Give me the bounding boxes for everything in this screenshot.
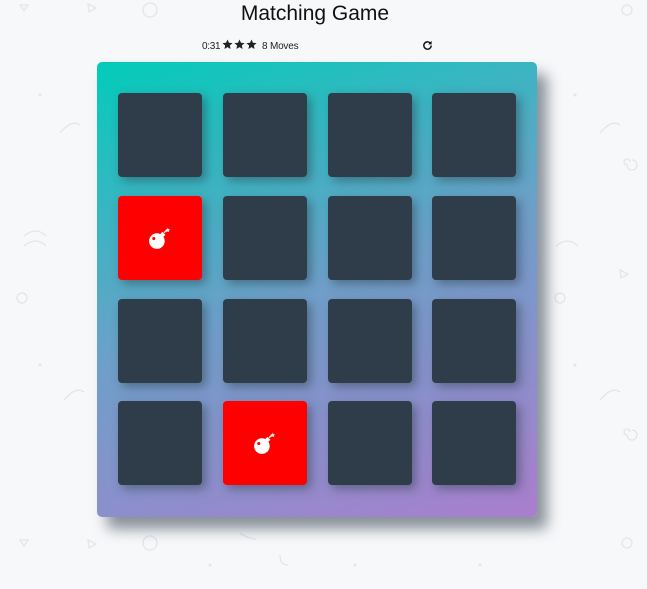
- card-closed[interactable]: [223, 299, 307, 383]
- timer: 0:31: [202, 41, 221, 52]
- page-title: Matching Game: [240, 2, 390, 25]
- card-closed[interactable]: [432, 196, 516, 280]
- moves-counter: 8 Moves: [262, 41, 299, 52]
- card-closed[interactable]: [118, 401, 202, 485]
- bomb-icon: [254, 432, 276, 454]
- card-deck: [97, 62, 537, 517]
- star-rating: [222, 39, 257, 50]
- card-open[interactable]: [118, 196, 202, 280]
- star-icon: [234, 39, 245, 49]
- card-closed[interactable]: [328, 401, 412, 485]
- card-closed[interactable]: [432, 401, 516, 485]
- card-closed[interactable]: [223, 93, 307, 177]
- card-closed[interactable]: [432, 299, 516, 383]
- card-closed[interactable]: [223, 196, 307, 280]
- star-icon: [246, 39, 257, 49]
- card-closed[interactable]: [118, 93, 202, 177]
- card-closed[interactable]: [432, 93, 516, 177]
- star-icon: [222, 39, 233, 49]
- card-open[interactable]: [223, 401, 307, 485]
- card-closed[interactable]: [328, 196, 412, 280]
- card-closed[interactable]: [118, 299, 202, 383]
- card-closed[interactable]: [328, 299, 412, 383]
- score-panel: 0:31 8 Moves: [202, 39, 438, 55]
- bomb-icon: [149, 227, 171, 249]
- restart-icon[interactable]: [422, 40, 433, 51]
- card-closed[interactable]: [328, 93, 412, 177]
